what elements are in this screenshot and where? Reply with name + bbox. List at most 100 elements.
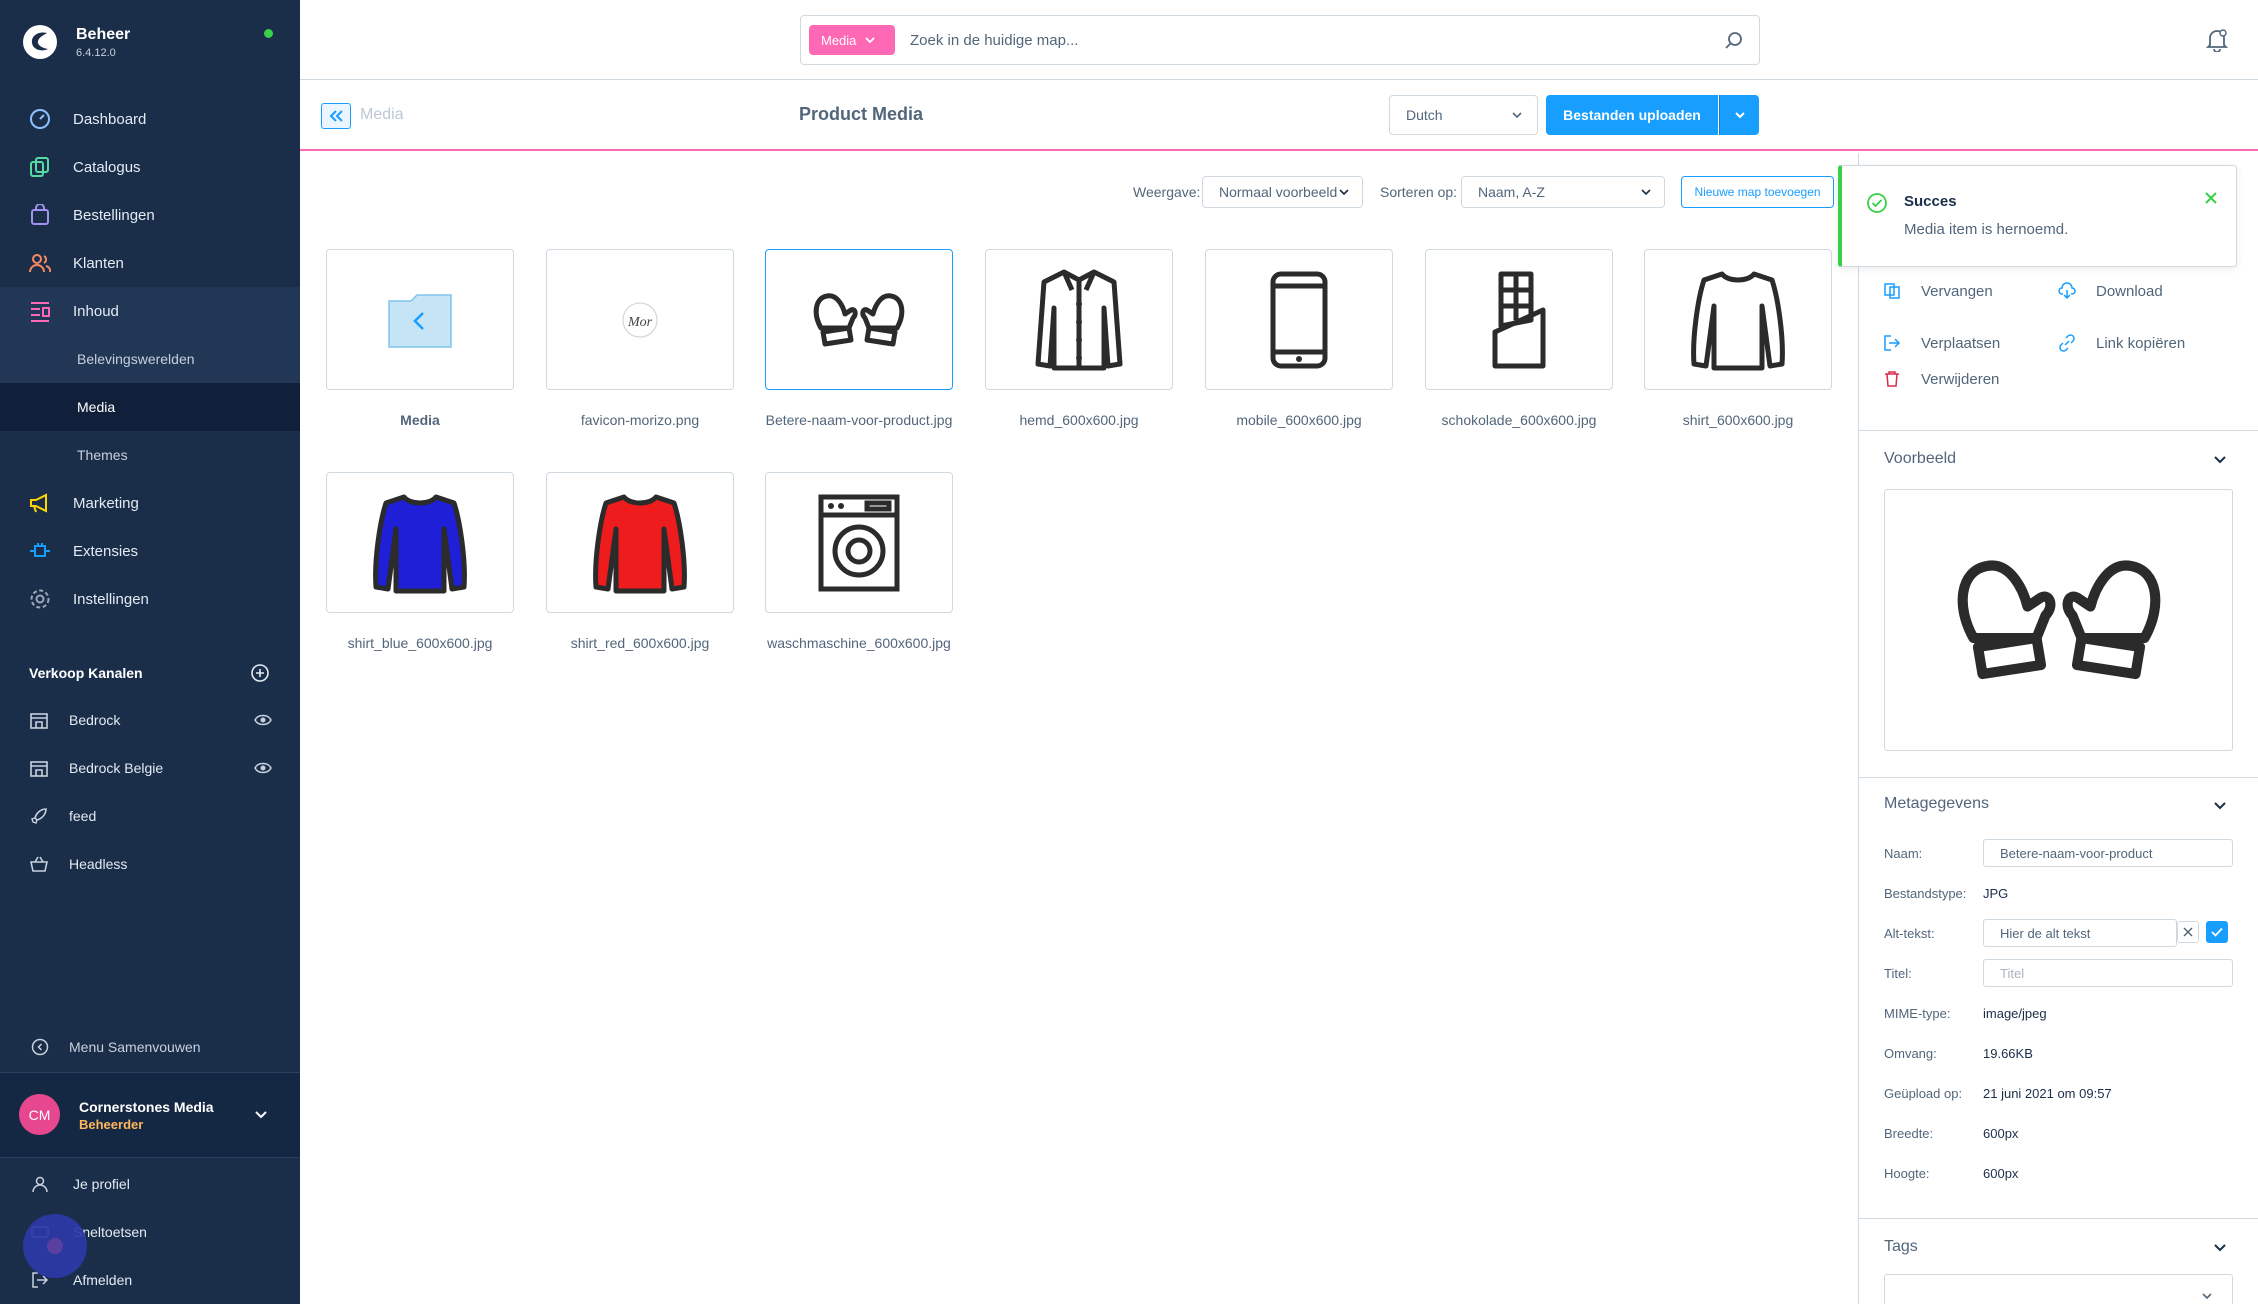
- meta-height-label: Hoogte:: [1884, 1166, 1930, 1181]
- megaphone-icon: [30, 493, 47, 513]
- media-tile[interactable]: Mor: [546, 249, 734, 390]
- nav-item-extensies[interactable]: Extensies: [0, 527, 300, 575]
- checkmark-icon: [2211, 927, 2223, 937]
- replace-icon: [1884, 283, 1900, 299]
- status-dot: [264, 29, 273, 38]
- media-tile[interactable]: [546, 472, 734, 613]
- eye-icon[interactable]: [254, 759, 272, 777]
- cloud-download-icon: [2058, 282, 2076, 300]
- breadcrumb-label[interactable]: Media: [360, 106, 404, 124]
- jacket-icon: [1035, 269, 1123, 370]
- alt-confirm-button[interactable]: [2206, 921, 2228, 943]
- rocket-icon: [31, 808, 47, 824]
- media-tile[interactable]: [985, 249, 1173, 390]
- preview-title[interactable]: Voorbeeld: [1884, 450, 1956, 468]
- nav-item-instellingen[interactable]: Instellingen: [0, 575, 300, 623]
- action-label: Vervangen: [1921, 282, 1993, 300]
- meta-name-input[interactable]: [1983, 839, 2233, 867]
- sales-channel-headless[interactable]: Headless: [0, 840, 300, 888]
- meta-uploaded-value: 21 juni 2021 om 09:57: [1983, 1086, 2112, 1101]
- nav-sub-themes[interactable]: Themes: [0, 431, 300, 479]
- plug-icon: [30, 543, 50, 557]
- alt-cancel-button[interactable]: [2177, 921, 2199, 943]
- tags-title[interactable]: Tags: [1884, 1238, 1918, 1256]
- back-button[interactable]: [321, 103, 351, 129]
- add-folder-button[interactable]: Nieuwe map toevoegen: [1681, 176, 1834, 208]
- smart-bar: [300, 81, 2258, 151]
- media-tile-name: shirt_blue_600x600.jpg: [347, 635, 493, 651]
- mittens-icon: [813, 292, 905, 346]
- media-tile[interactable]: [765, 472, 953, 613]
- chevron-down-icon[interactable]: [2212, 798, 2228, 814]
- nav-item-bestellingen[interactable]: Bestellingen: [0, 191, 300, 239]
- sales-channel-label: feed: [69, 808, 97, 824]
- chevron-down-icon: [1734, 112, 1745, 119]
- page-title: Product Media: [799, 104, 924, 124]
- metadata-title[interactable]: Metagegevens: [1884, 795, 1989, 813]
- media-tile[interactable]: [1425, 249, 1613, 390]
- nav-item-klanten[interactable]: Klanten: [0, 239, 300, 287]
- move-icon: [1884, 335, 1901, 351]
- nav-item-dashboard[interactable]: Dashboard: [0, 95, 300, 143]
- sales-channel-feed[interactable]: feed: [0, 792, 300, 840]
- download-action[interactable]: Download: [2058, 282, 2163, 300]
- meta-alt-label: Alt-tekst:: [1884, 926, 1935, 941]
- tags-input[interactable]: [1884, 1274, 2233, 1304]
- add-circle-icon[interactable]: [250, 663, 270, 683]
- upload-options-button[interactable]: [1719, 95, 1759, 135]
- profile-link[interactable]: Je profiel: [0, 1160, 300, 1208]
- avatar[interactable]: CM: [19, 1094, 60, 1135]
- nav-item-catalogus[interactable]: Catalogus: [0, 143, 300, 191]
- delete-action[interactable]: Verwijderen: [1883, 370, 1999, 388]
- view-select[interactable]: Normaal voorbeeld: [1202, 176, 1363, 208]
- sales-channel-bedrock-belgie[interactable]: Bedrock Belgie: [0, 744, 300, 792]
- language-value: Dutch: [1406, 107, 1443, 123]
- search-input[interactable]: [910, 24, 1710, 56]
- nav-item-label: Klanten: [73, 254, 124, 272]
- move-action[interactable]: Verplaatsen: [1883, 334, 2000, 352]
- search-type-pill[interactable]: Media: [809, 25, 895, 55]
- close-icon[interactable]: [2204, 191, 2218, 205]
- user-icon: [32, 1176, 48, 1193]
- sort-value: Naam, A-Z: [1478, 184, 1545, 200]
- morizo-text: Mor: [627, 315, 653, 330]
- storefront-icon: [30, 713, 48, 729]
- chevron-down-icon[interactable]: [2200, 1290, 2214, 1304]
- assistant-dot-icon: [47, 1238, 63, 1254]
- view-label: Weergave:: [1133, 184, 1201, 200]
- search-icon[interactable]: [1724, 30, 1744, 50]
- panel-divider: [1859, 1218, 2258, 1219]
- collapse-icon: [31, 1038, 49, 1056]
- nav-item-marketing[interactable]: Marketing: [0, 479, 300, 527]
- folder-back-icon: [388, 293, 452, 348]
- chevron-down-icon[interactable]: [252, 1106, 270, 1124]
- meta-alt-input[interactable]: [1983, 919, 2177, 947]
- meta-width-value: 600px: [1983, 1126, 2019, 1141]
- media-tile[interactable]: [1644, 249, 1832, 390]
- chocolate-icon: [1492, 271, 1546, 368]
- media-tile-name: Betere-naam-voor-product.jpg: [765, 412, 953, 428]
- media-tile[interactable]: [326, 472, 514, 613]
- shopware-logo-icon[interactable]: [22, 24, 58, 60]
- upload-files-button[interactable]: Bestanden uploaden: [1546, 95, 1718, 135]
- chevron-down-icon[interactable]: [2212, 1240, 2228, 1256]
- media-tile[interactable]: [1205, 249, 1393, 390]
- storefront-icon: [30, 761, 48, 777]
- meta-title-input[interactable]: [1983, 959, 2233, 987]
- replace-action[interactable]: Vervangen: [1883, 282, 1993, 300]
- language-select[interactable]: Dutch: [1389, 95, 1538, 135]
- menu-collapse-button[interactable]: Menu Samenvouwen: [0, 1023, 300, 1071]
- nav-item-inhoud[interactable]: Inhoud: [0, 287, 300, 335]
- bell-icon[interactable]: [2206, 28, 2228, 52]
- chevron-down-icon[interactable]: [2212, 452, 2228, 468]
- nav-sub-belevingswerelden[interactable]: Belevingswerelden: [0, 335, 300, 383]
- mobile-phone-icon: [1270, 271, 1328, 368]
- media-tile-selected[interactable]: [765, 249, 953, 390]
- eye-icon[interactable]: [254, 711, 272, 729]
- nav-sub-media[interactable]: Media: [0, 383, 300, 431]
- sales-channel-bedrock[interactable]: Bedrock: [0, 696, 300, 744]
- media-tile-folder[interactable]: [326, 249, 514, 390]
- footer-label: Afmelden: [73, 1272, 133, 1288]
- copy-link-action[interactable]: Link kopiëren: [2058, 334, 2185, 352]
- sort-select[interactable]: Naam, A-Z: [1461, 176, 1665, 208]
